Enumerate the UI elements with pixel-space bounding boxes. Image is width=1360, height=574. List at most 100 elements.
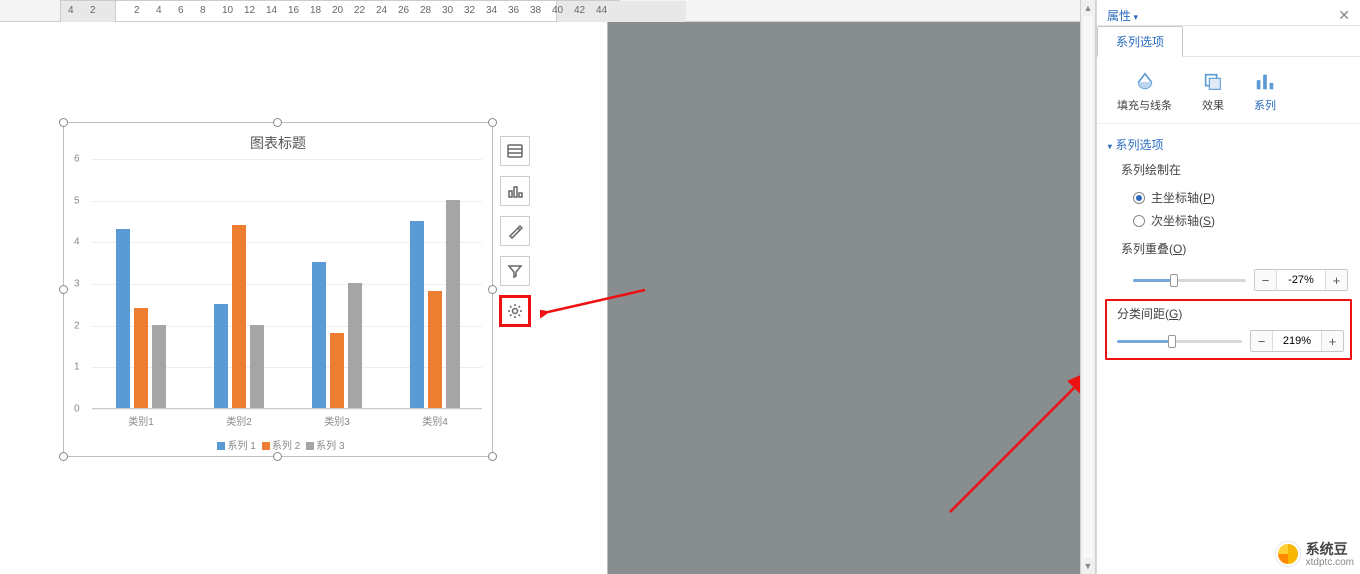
tab-fill-and-line[interactable]: 填充与线条: [1117, 71, 1172, 113]
ruler-tick: 10: [222, 5, 233, 16]
settings-button[interactable]: [500, 296, 530, 326]
legend-label[interactable]: 系列 1: [227, 441, 255, 452]
series-overlap-input[interactable]: [1277, 274, 1325, 286]
bar-series3[interactable]: [250, 325, 264, 408]
chart-object[interactable]: 图表标题 0123456 类别1类别2类别3类别4 系列 1系列 2系列 3: [63, 122, 493, 457]
resize-handle[interactable]: [273, 118, 282, 127]
bar-series2[interactable]: [428, 291, 442, 408]
chart-plot-area[interactable]: 0123456: [92, 159, 482, 409]
gap-width-control: − +: [1113, 326, 1344, 354]
legend-swatch: [262, 442, 270, 450]
bar-series3[interactable]: [152, 325, 166, 408]
scroll-up-button[interactable]: ▲: [1081, 0, 1095, 16]
series-overlap-slider[interactable]: [1133, 271, 1246, 289]
style-brush-button[interactable]: [500, 216, 530, 246]
x-tick-label: 类别3: [324, 413, 350, 428]
ruler-tick: 32: [464, 5, 475, 16]
increment-button[interactable]: +: [1325, 270, 1347, 290]
ruler-tick: 4: [156, 5, 162, 16]
ruler-tick: 42: [574, 5, 585, 16]
chart-type-button[interactable]: [500, 176, 530, 206]
resize-handle[interactable]: [488, 452, 497, 461]
ruler-tick: 14: [266, 5, 277, 16]
panel-header: 属性 ✕: [1097, 0, 1360, 26]
y-tick: 3: [74, 279, 80, 290]
series-overlap-spinner: − +: [1254, 269, 1348, 291]
ruler-tick: 4: [68, 5, 74, 16]
close-icon[interactable]: ✕: [1338, 7, 1350, 24]
filter-button[interactable]: [500, 256, 530, 286]
increment-button[interactable]: +: [1321, 331, 1343, 351]
watermark-brand: 系统豆: [1306, 541, 1348, 557]
bar-series2[interactable]: [330, 333, 344, 408]
y-tick: 1: [74, 362, 80, 373]
gap-width-spinner: − +: [1250, 330, 1344, 352]
decrement-button[interactable]: −: [1255, 270, 1277, 290]
ruler-tick: 18: [310, 5, 321, 16]
tab-label: 系列: [1254, 97, 1276, 113]
ruler-tick: 8: [200, 5, 206, 16]
bar-series1[interactable]: [214, 304, 228, 408]
tab-effects[interactable]: 效果: [1202, 71, 1224, 113]
gap-width-slider[interactable]: [1117, 332, 1242, 350]
y-tick: 6: [74, 154, 80, 165]
bar-series1[interactable]: [312, 262, 326, 408]
y-tick: 0: [74, 404, 80, 415]
ruler-tick: 40: [552, 5, 563, 16]
bar-series1[interactable]: [410, 221, 424, 409]
gap-width-label: 分类间距(G): [1113, 305, 1344, 326]
bar-series2[interactable]: [134, 308, 148, 408]
tab-label: 效果: [1202, 97, 1224, 113]
y-tick: 5: [74, 195, 80, 206]
resize-handle[interactable]: [59, 285, 68, 294]
bar-series1[interactable]: [116, 229, 130, 408]
scroll-down-button[interactable]: ▼: [1081, 558, 1095, 574]
vertical-scrollbar[interactable]: ▲ ▼: [1080, 0, 1096, 574]
resize-handle[interactable]: [488, 285, 497, 294]
radio-icon: [1133, 192, 1145, 204]
document-canvas: 图表标题 0123456 类别1类别2类别3类别4 系列 1系列 2系列 3: [0, 22, 1080, 574]
resize-handle[interactable]: [59, 452, 68, 461]
x-tick-label: 类别4: [422, 413, 448, 428]
legend-swatch: [217, 442, 225, 450]
bar-series3[interactable]: [446, 200, 460, 408]
ruler-tick: 34: [486, 5, 497, 16]
gap-width-highlight: 分类间距(G) − +: [1105, 299, 1352, 360]
decrement-button[interactable]: −: [1251, 331, 1273, 351]
panel-tabs: 系列选项: [1097, 26, 1360, 57]
resize-handle[interactable]: [273, 452, 282, 461]
radio-primary-axis[interactable]: 主坐标轴(P): [1121, 186, 1348, 209]
legend-label[interactable]: 系列 3: [316, 441, 344, 452]
annotation-arrow: [940, 362, 1100, 522]
y-tick: 4: [74, 237, 80, 248]
chart-title[interactable]: 图表标题: [64, 133, 492, 153]
resize-handle[interactable]: [488, 118, 497, 127]
ruler-tick: 6: [178, 5, 184, 16]
ruler-inner: 4224681012141618202224262830323436384042…: [60, 0, 620, 22]
watermark-logo-icon: [1276, 542, 1300, 566]
bar-series3[interactable]: [348, 283, 362, 408]
ruler-tick: 36: [508, 5, 519, 16]
chart-elements-button[interactable]: [500, 136, 530, 166]
ruler-tick: 20: [332, 5, 343, 16]
tab-series[interactable]: 系列: [1254, 71, 1276, 113]
ruler-tick: 12: [244, 5, 255, 16]
ruler-tick: 2: [134, 5, 140, 16]
tab-series-options[interactable]: 系列选项: [1097, 26, 1183, 57]
horizontal-ruler: 4224681012141618202224262830323436384042…: [0, 0, 1080, 22]
ruler-tick: 22: [354, 5, 365, 16]
chart-side-toolbar: [500, 136, 532, 336]
legend-label[interactable]: 系列 2: [272, 441, 300, 452]
gap-width-input[interactable]: [1273, 335, 1321, 347]
radio-secondary-axis[interactable]: 次坐标轴(S): [1121, 209, 1348, 232]
ruler-tick: 24: [376, 5, 387, 16]
ruler-tick: 2: [90, 5, 96, 16]
bar-series2[interactable]: [232, 225, 246, 408]
x-tick-label: 类别1: [128, 413, 154, 428]
ruler-tick: 28: [420, 5, 431, 16]
scroll-track[interactable]: [1083, 16, 1093, 558]
resize-handle[interactable]: [59, 118, 68, 127]
chart-legend[interactable]: 系列 1 系列 2 系列 3: [64, 437, 492, 452]
section-series-options[interactable]: 系列选项: [1097, 132, 1360, 157]
panel-title[interactable]: 属性: [1107, 7, 1138, 24]
